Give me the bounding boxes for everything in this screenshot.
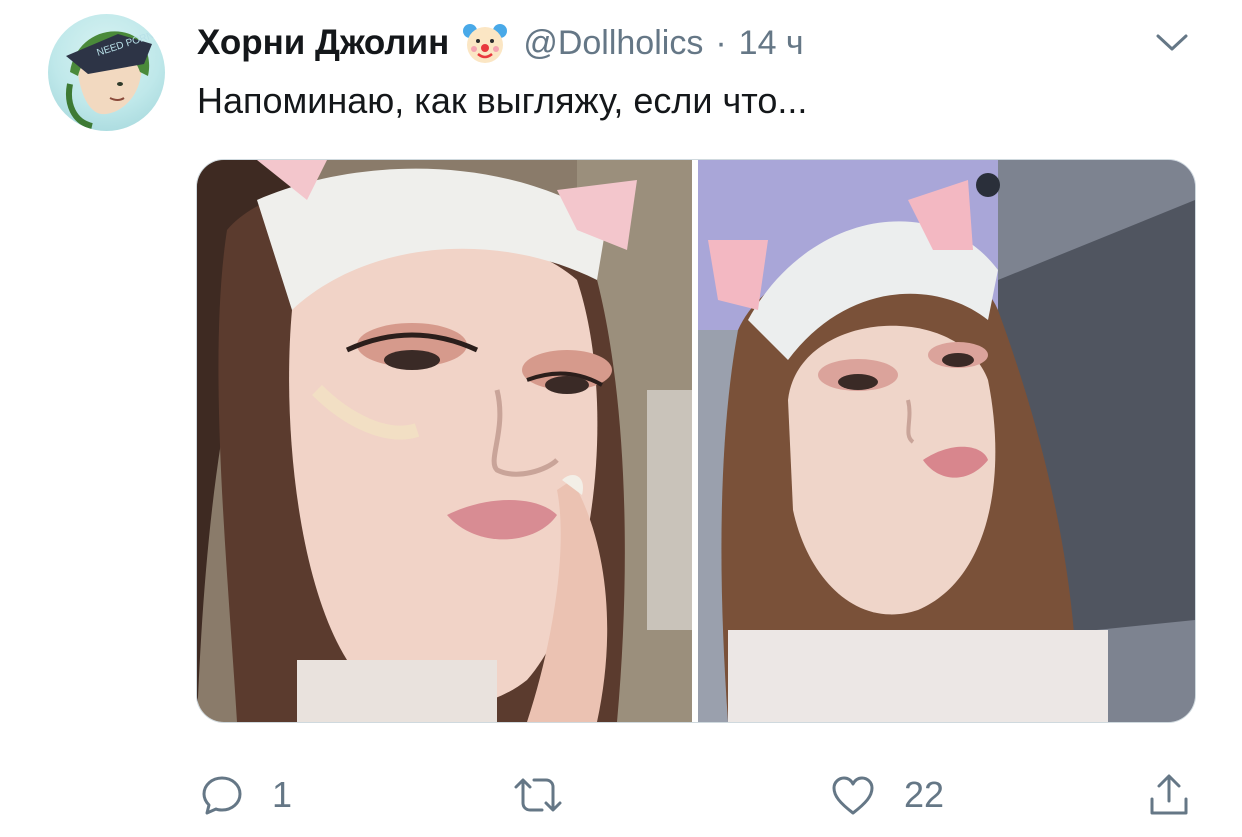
- share-icon: [1147, 771, 1191, 819]
- tweet: NEED PORN Хорни Джолин @Dollholics · 14 …: [0, 0, 1242, 837]
- tweet-actions: 1 22: [0, 765, 1242, 825]
- tweet-text: Напоминаю, как выгляжу, если что...: [197, 80, 808, 121]
- media-grid: [196, 159, 1196, 723]
- reply-count: 1: [272, 774, 293, 815]
- clown-face-icon: [461, 19, 509, 67]
- timestamp[interactable]: 14 ч: [739, 24, 804, 63]
- retweet-button[interactable]: [512, 765, 592, 825]
- photo-left[interactable]: [197, 160, 692, 722]
- share-button[interactable]: [1147, 765, 1191, 825]
- photo-right[interactable]: [698, 160, 1195, 722]
- tweet-header: Хорни Джолин @Dollholics · 14 ч: [197, 18, 804, 68]
- reply-icon: [200, 773, 244, 817]
- header-separator: ·: [715, 23, 727, 62]
- like-icon: [830, 773, 876, 817]
- retweet-icon: [512, 773, 564, 817]
- like-count: 22: [904, 774, 945, 815]
- author-handle[interactable]: @Dollholics: [523, 24, 703, 63]
- author-name[interactable]: Хорни Джолин: [197, 23, 449, 63]
- like-button[interactable]: 22: [830, 765, 944, 825]
- chevron-down-icon[interactable]: [1152, 28, 1192, 56]
- reply-button[interactable]: 1: [200, 765, 292, 825]
- avatar[interactable]: NEED PORN: [48, 14, 165, 131]
